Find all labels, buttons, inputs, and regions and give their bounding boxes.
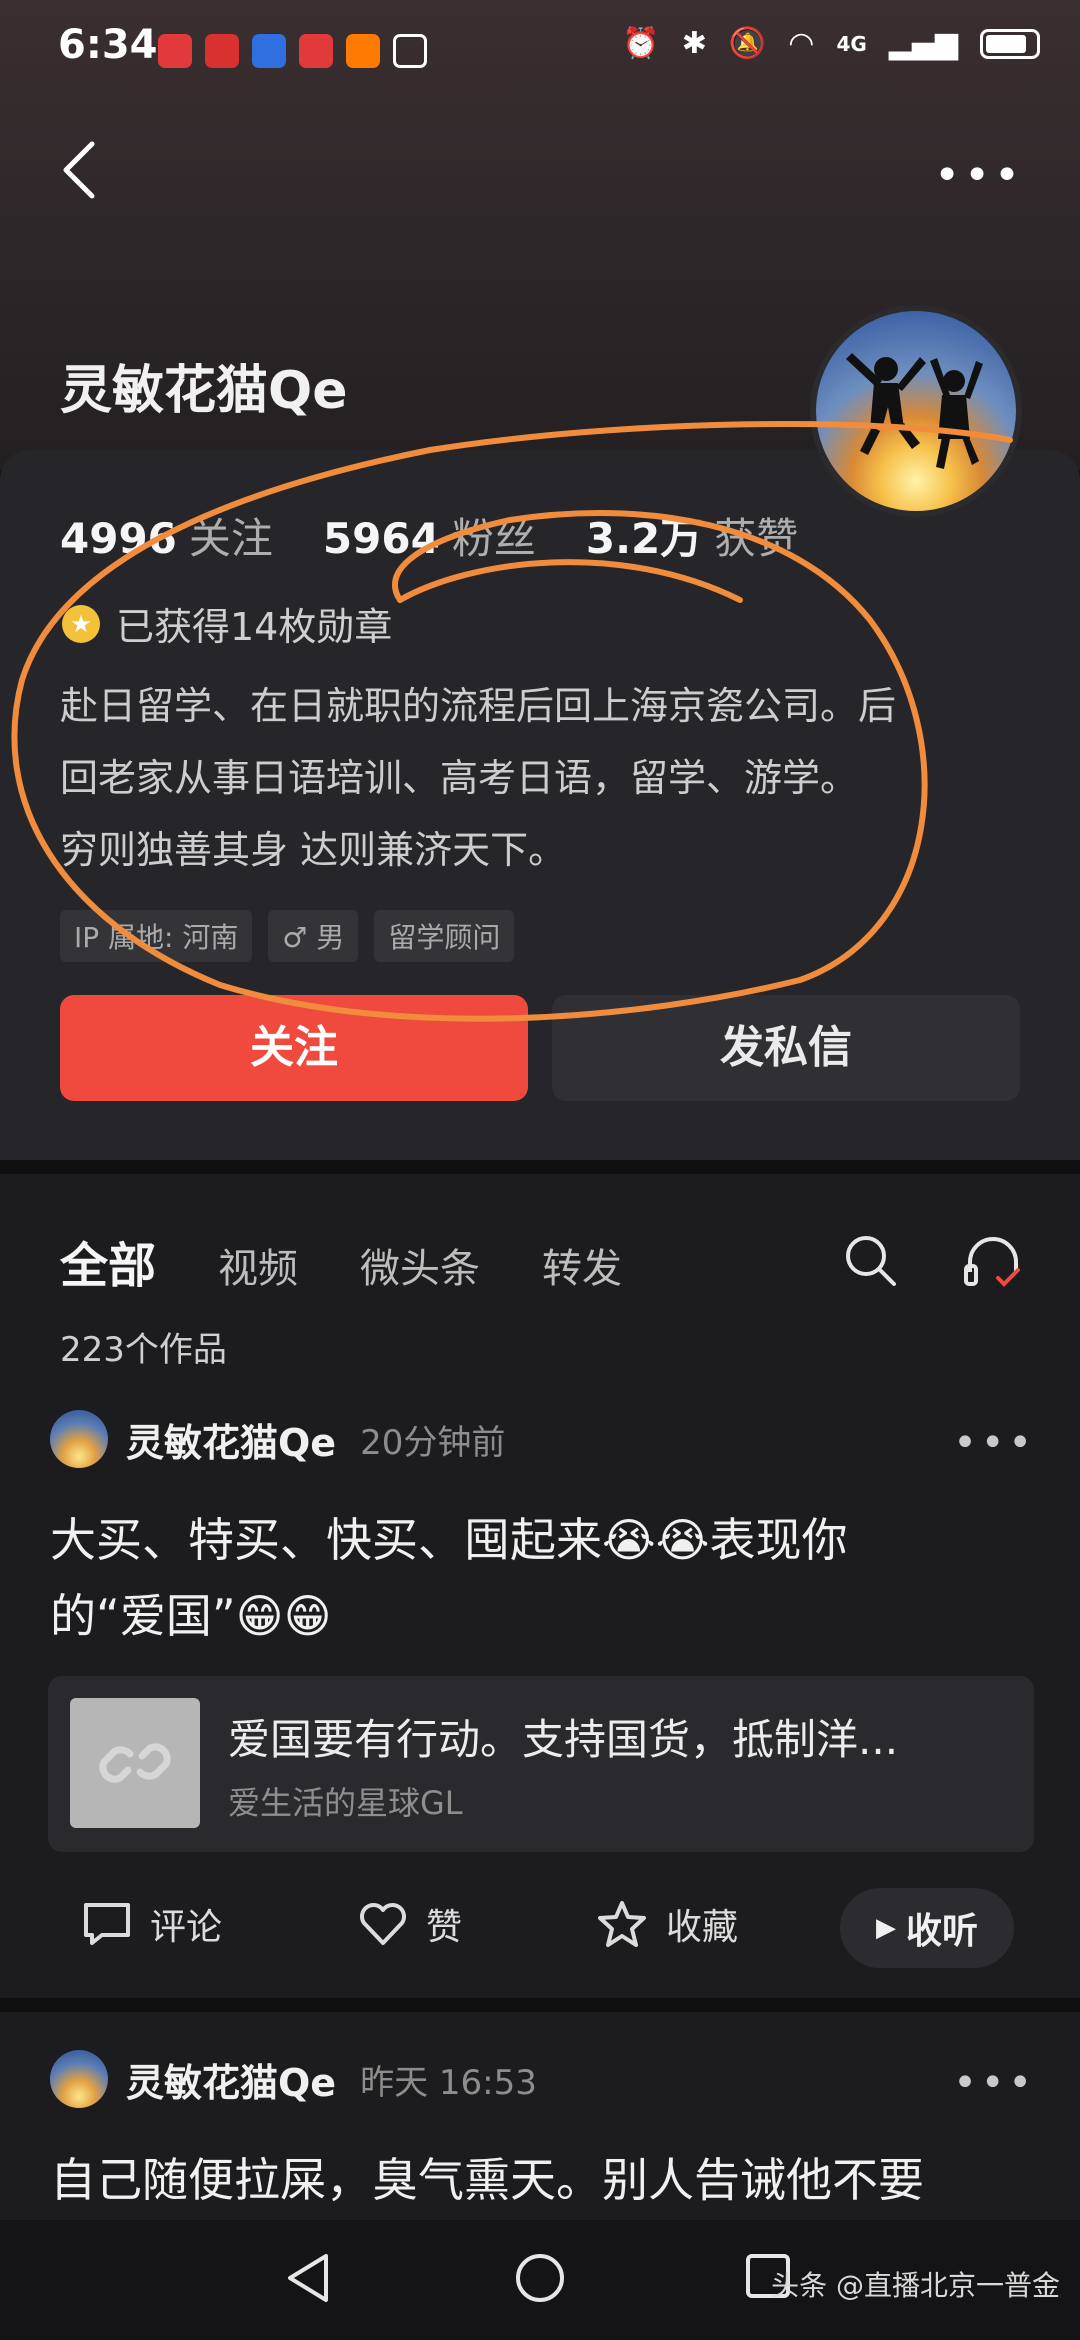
- section-divider: [0, 1160, 1080, 1174]
- link-title: 爱国要有行动。支持国货，抵制洋...: [228, 1715, 899, 1764]
- notification-app-icon: [158, 34, 192, 68]
- post-time: 20分钟前: [360, 1422, 506, 1463]
- mute-icon: 🔕: [728, 26, 767, 61]
- tab-all[interactable]: 全部: [60, 1226, 156, 1296]
- nfc-icon: [393, 34, 427, 68]
- post-author-row[interactable]: 灵敏花猫Qe 20分钟前: [50, 1410, 505, 1468]
- profile-bio: 赴日留学、在日就职的流程后回上海京瓷公司。后 回老家从事日语培训、高考日语，留学…: [60, 670, 1020, 886]
- post-text[interactable]: 自己随便拉屎，臭气熏天。别人告诫他不要: [50, 2142, 1040, 2218]
- watermark: 头条 @直播北京一普金: [771, 2269, 1060, 2302]
- like-button[interactable]: 赞: [358, 1898, 462, 1950]
- listen-button[interactable]: ▶ 收听: [840, 1888, 1014, 1968]
- alarm-icon: ⏰: [622, 26, 660, 61]
- huawei-app-icon: [205, 34, 239, 68]
- notification-app-icon: [299, 34, 333, 68]
- profile-name: 灵敏花猫Qe: [60, 361, 348, 421]
- medal-text: 已获得14枚勋章: [116, 605, 393, 649]
- star-icon: [598, 1901, 646, 1947]
- status-bar: 6:34 ⏰ ✱ 🔕 ◠ 4G ▂▄▆: [0, 0, 1080, 100]
- comment-button[interactable]: 评论: [82, 1898, 222, 1950]
- bio-line: 回老家从事日语培训、高考日语，留学、游学。: [60, 756, 859, 800]
- profile-stats: 4996 关注 5964 粉丝 3.2万 获赞: [60, 505, 798, 566]
- works-count: 223个作品: [60, 1330, 227, 1370]
- bluetooth-icon: ✱: [681, 26, 707, 61]
- post-text[interactable]: 大买、特买、快买、囤起来😭😭表现你 的“爱国”😁😁: [50, 1502, 1040, 1654]
- play-icon: ▶: [875, 1913, 896, 1943]
- avatar-silhouette: [846, 353, 983, 469]
- like-label: 赞: [426, 1907, 463, 1948]
- favorite-label: 收藏: [666, 1907, 739, 1948]
- back-arrow-icon[interactable]: [60, 140, 100, 200]
- bio-line: 赴日留学、在日就职的流程后回上海京瓷公司。后: [60, 684, 897, 728]
- signal-icon: ▂▄▆: [888, 26, 958, 61]
- content-tabs: 全部 视频 微头条 转发: [60, 1226, 622, 1296]
- medal-icon: ★: [62, 604, 100, 643]
- taobao-app-icon: [346, 34, 380, 68]
- follow-button[interactable]: 关注: [60, 995, 528, 1101]
- nav-back-icon[interactable]: [282, 2250, 332, 2306]
- link-thumbnail: [70, 1698, 200, 1828]
- link-source: 爱生活的星球GL: [228, 1784, 463, 1822]
- post-divider: [0, 1998, 1080, 2012]
- shared-link-card[interactable]: 爱国要有行动。支持国货，抵制洋... 爱生活的星球GL: [48, 1676, 1034, 1852]
- comment-label: 评论: [150, 1907, 223, 1948]
- status-time: 6:34: [58, 22, 158, 68]
- gender-tag: ♂ 男: [268, 910, 359, 962]
- post-author-name[interactable]: 灵敏花猫Qe: [126, 2052, 336, 2107]
- profile-tags: IP 属地: 河南 ♂ 男 留学顾问: [60, 910, 515, 962]
- message-button[interactable]: 发私信: [552, 995, 1020, 1101]
- ip-location-tag: IP 属地: 河南: [60, 910, 253, 962]
- medal-row[interactable]: ★ 已获得14枚勋章: [62, 596, 392, 651]
- bio-line: 穷则独善其身 达则兼济天下。: [60, 828, 567, 872]
- link-icon: [99, 1743, 171, 1783]
- tab-video[interactable]: 视频: [218, 1236, 298, 1294]
- post-more-icon[interactable]: •••: [953, 1420, 1036, 1466]
- post-text-line: 自己随便拉屎，臭气熏天。别人告诫他不要: [50, 2153, 924, 2207]
- comment-icon: [84, 1903, 130, 1945]
- stat-followers[interactable]: 5964 粉丝: [323, 505, 536, 566]
- wifi-icon: ◠: [788, 26, 815, 61]
- post-time: 昨天 16:53: [360, 2062, 537, 2103]
- search-icon[interactable]: [842, 1232, 898, 1288]
- listen-label: 收听: [905, 1911, 978, 1952]
- post-author-name[interactable]: 灵敏花猫Qe: [126, 1412, 336, 1467]
- post-avatar[interactable]: [50, 1410, 108, 1468]
- heart-icon: [360, 1903, 406, 1945]
- headphones-icon[interactable]: [962, 1232, 1024, 1292]
- status-indicators: ⏰ ✱ 🔕 ◠ 4G ▂▄▆: [622, 26, 1040, 61]
- post-text-line: 大买、特买、快买、囤起来😭😭表现你: [50, 1513, 848, 1567]
- network-label: 4G: [836, 31, 867, 56]
- post-more-icon[interactable]: •••: [953, 2060, 1036, 2106]
- stat-following[interactable]: 4996 关注: [60, 505, 273, 566]
- nav-home-icon[interactable]: [512, 2250, 568, 2306]
- tab-repost[interactable]: 转发: [542, 1236, 622, 1294]
- post-actions: 评论 赞 收藏 ▶ 收听: [0, 1888, 1080, 1978]
- battery-icon: [980, 28, 1040, 59]
- post-author-row[interactable]: 灵敏花猫Qe 昨天 16:53: [50, 2050, 537, 2108]
- stat-likes[interactable]: 3.2万 获赞: [586, 505, 798, 566]
- favorite-button[interactable]: 收藏: [596, 1898, 738, 1950]
- post-avatar[interactable]: [50, 2050, 108, 2108]
- app-icon: [252, 34, 286, 68]
- post-text-line: 的“爱国”😁😁: [50, 1589, 332, 1643]
- more-options-icon[interactable]: •••: [934, 150, 1024, 201]
- tab-micro-post[interactable]: 微头条: [360, 1236, 480, 1294]
- profile-avatar[interactable]: [810, 305, 1022, 517]
- occupation-tag: 留学顾问: [374, 910, 515, 962]
